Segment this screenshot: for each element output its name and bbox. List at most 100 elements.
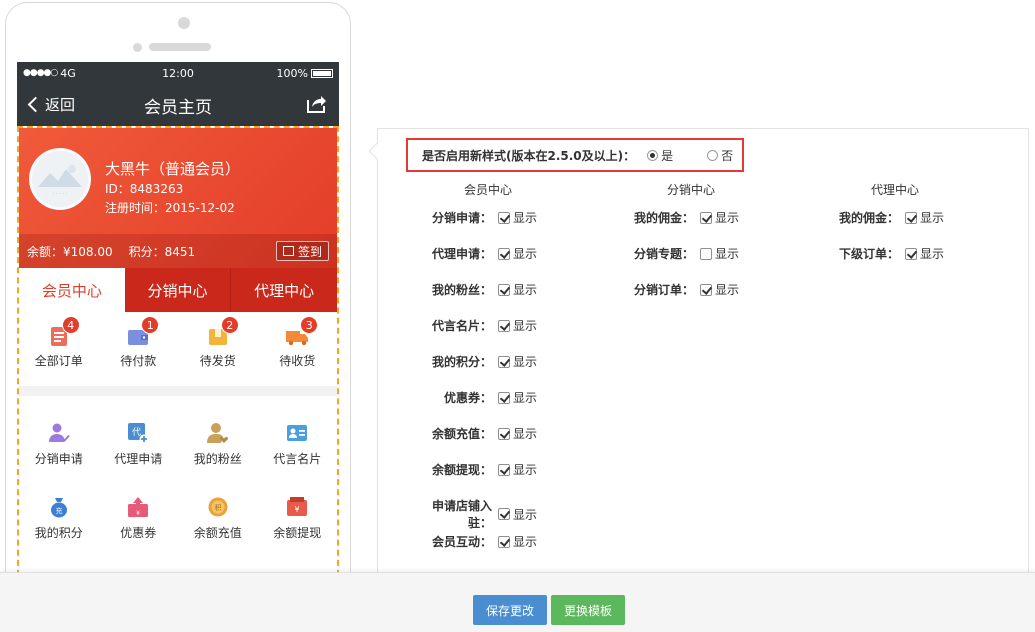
- show-label: 显示: [715, 283, 740, 297]
- new-style-label: 是否启用新样式(版本在2.5.0及以上)：: [422, 148, 636, 163]
- change-template-button[interactable]: 更换模板: [551, 595, 625, 625]
- show-checkbox[interactable]: [498, 391, 510, 404]
- grid-item-balance-recharge[interactable]: 积 余额充值: [178, 482, 258, 556]
- tab-distribution-center[interactable]: 分销中心: [124, 268, 231, 312]
- show-checkbox[interactable]: [498, 247, 510, 260]
- show-checkbox[interactable]: [905, 211, 917, 224]
- balance-value: 余额：¥108.00: [27, 244, 113, 259]
- svg-text:¥: ¥: [136, 510, 140, 517]
- avatar-placeholder-icon: [38, 165, 82, 187]
- svg-text:¥: ¥: [295, 505, 300, 514]
- grid-label: 余额充值: [193, 526, 242, 540]
- setting-row: 优惠券： 显示: [412, 389, 537, 406]
- show-checkbox[interactable]: [700, 283, 712, 296]
- tab-member-center[interactable]: 会员中心: [19, 268, 125, 312]
- column-header-agent: 代理中心: [870, 183, 919, 197]
- show-label: 显示: [513, 247, 538, 261]
- member-name: 大黑牛（普通会员）: [105, 160, 241, 178]
- order-all[interactable]: 4 全部订单: [19, 316, 99, 386]
- back-button[interactable]: 返回: [27, 94, 75, 115]
- column-header-member: 会员中心: [463, 183, 512, 197]
- show-checkbox[interactable]: [498, 283, 510, 296]
- new-style-yes-radio[interactable]: 是: [647, 147, 673, 164]
- grid-item-my-fans[interactable]: 我的粉丝: [178, 408, 258, 482]
- radio-no-label: 否: [721, 148, 734, 163]
- show-checkbox[interactable]: [498, 355, 510, 368]
- show-label: 显示: [513, 319, 538, 333]
- show-label: 显示: [513, 535, 538, 549]
- show-checkbox[interactable]: [498, 535, 510, 548]
- panel-pointer: [368, 142, 386, 160]
- grid-item-agent-apply[interactable]: 代 代理申请: [99, 408, 179, 482]
- tab-agent-center[interactable]: 代理中心: [230, 268, 338, 312]
- proxy-icon: 代: [128, 423, 149, 444]
- setting-row: 会员互动： 显示: [412, 533, 537, 550]
- show-checkbox[interactable]: [498, 463, 510, 476]
- show-checkbox[interactable]: [498, 508, 510, 520]
- setting-row: 我的佣金： 显示: [616, 209, 739, 226]
- setting-label: 分销订单：: [633, 283, 694, 297]
- share-icon[interactable]: [305, 93, 327, 115]
- avatar[interactable]: · · · · ·: [29, 148, 91, 210]
- signin-button[interactable]: 签到: [275, 241, 329, 261]
- setting-label: 申请店铺入驻：: [431, 499, 492, 530]
- nav-bar: 返回 会员主页: [17, 84, 339, 126]
- grid-item-distribution-apply[interactable]: 分销申请: [19, 408, 99, 482]
- grid-item-coupon[interactable]: ¥ 优惠券: [99, 482, 179, 556]
- order-pending-shipment[interactable]: 2 待发货: [178, 316, 258, 386]
- show-checkbox[interactable]: [498, 427, 510, 440]
- grid-item-my-points[interactable]: 充 我的积分: [19, 482, 99, 556]
- avatar-caption: · · · · ·: [52, 191, 68, 197]
- svg-text:代: 代: [132, 427, 141, 438]
- back-label: 返回: [45, 96, 76, 114]
- setting-row: 我的佣金： 显示: [819, 209, 944, 226]
- card-icon: [287, 425, 308, 441]
- phone-sensor: [133, 43, 142, 52]
- setting-label: 会员互动：: [431, 535, 492, 549]
- setting-label: 我的佣金：: [633, 211, 694, 225]
- signin-label: 签到: [297, 244, 322, 259]
- member-page-content: · · · · · 大黑牛（普通会员） ID：8483263 注册时间：2015…: [17, 126, 339, 582]
- settings-panel: 是否启用新样式(版本在2.5.0及以上)： 是 否 会员中心 分销中心 代理中心…: [368, 128, 1029, 578]
- grid-item-balance-withdraw[interactable]: ¥ 余额提现: [258, 482, 338, 556]
- order-shortcuts: 4 全部订单 1 待付款 2 待发货 3 待收货: [19, 312, 337, 386]
- show-label: 显示: [513, 355, 538, 369]
- show-checkbox[interactable]: [498, 319, 510, 332]
- grid-label: 余额提现: [273, 526, 322, 540]
- order-badge: 4: [61, 316, 80, 334]
- show-checkbox[interactable]: [700, 211, 712, 224]
- order-pending-receipt[interactable]: 3 待收货: [258, 316, 338, 386]
- show-label: 显示: [513, 391, 538, 405]
- phone-speaker: [149, 43, 211, 51]
- order-label: 待发货: [199, 354, 236, 368]
- show-label: 显示: [715, 211, 740, 225]
- grid-label: 分销申请: [34, 452, 83, 466]
- radio-no[interactable]: [707, 149, 719, 161]
- new-style-no-radio[interactable]: 否: [707, 147, 733, 164]
- setting-row: 代言名片： 显示: [412, 317, 537, 334]
- show-checkbox[interactable]: [700, 247, 712, 260]
- grid-item-endorse-card[interactable]: 代言名片: [258, 408, 338, 482]
- setting-label: 我的积分：: [431, 355, 492, 369]
- show-label: 显示: [513, 463, 538, 477]
- footer-bar: 保存更改 更换模板: [0, 572, 1035, 632]
- order-label: 待付款: [120, 354, 157, 368]
- order-badge: 1: [141, 316, 160, 334]
- money-bag-icon: 充: [50, 498, 67, 518]
- show-checkbox[interactable]: [905, 247, 917, 260]
- section-divider: [19, 386, 337, 396]
- radio-yes-label: 是: [661, 148, 674, 163]
- setting-row: 代理申请： 显示: [412, 245, 537, 262]
- radio-yes[interactable]: [647, 149, 659, 161]
- fans-icon: [206, 423, 228, 443]
- center-tabs: 会员中心 分销中心 代理中心: [19, 268, 338, 312]
- show-label: 显示: [920, 247, 945, 261]
- save-changes-button[interactable]: 保存更改: [473, 595, 547, 625]
- show-checkbox[interactable]: [498, 211, 510, 224]
- order-pending-payment[interactable]: 1 待付款: [99, 316, 179, 386]
- setting-label: 我的粉丝：: [431, 283, 492, 297]
- setting-row: 我的积分： 显示: [412, 353, 537, 370]
- setting-label: 分销申请：: [431, 211, 492, 225]
- setting-label: 代理申请：: [431, 247, 492, 261]
- member-id: ID：8483263: [105, 182, 184, 196]
